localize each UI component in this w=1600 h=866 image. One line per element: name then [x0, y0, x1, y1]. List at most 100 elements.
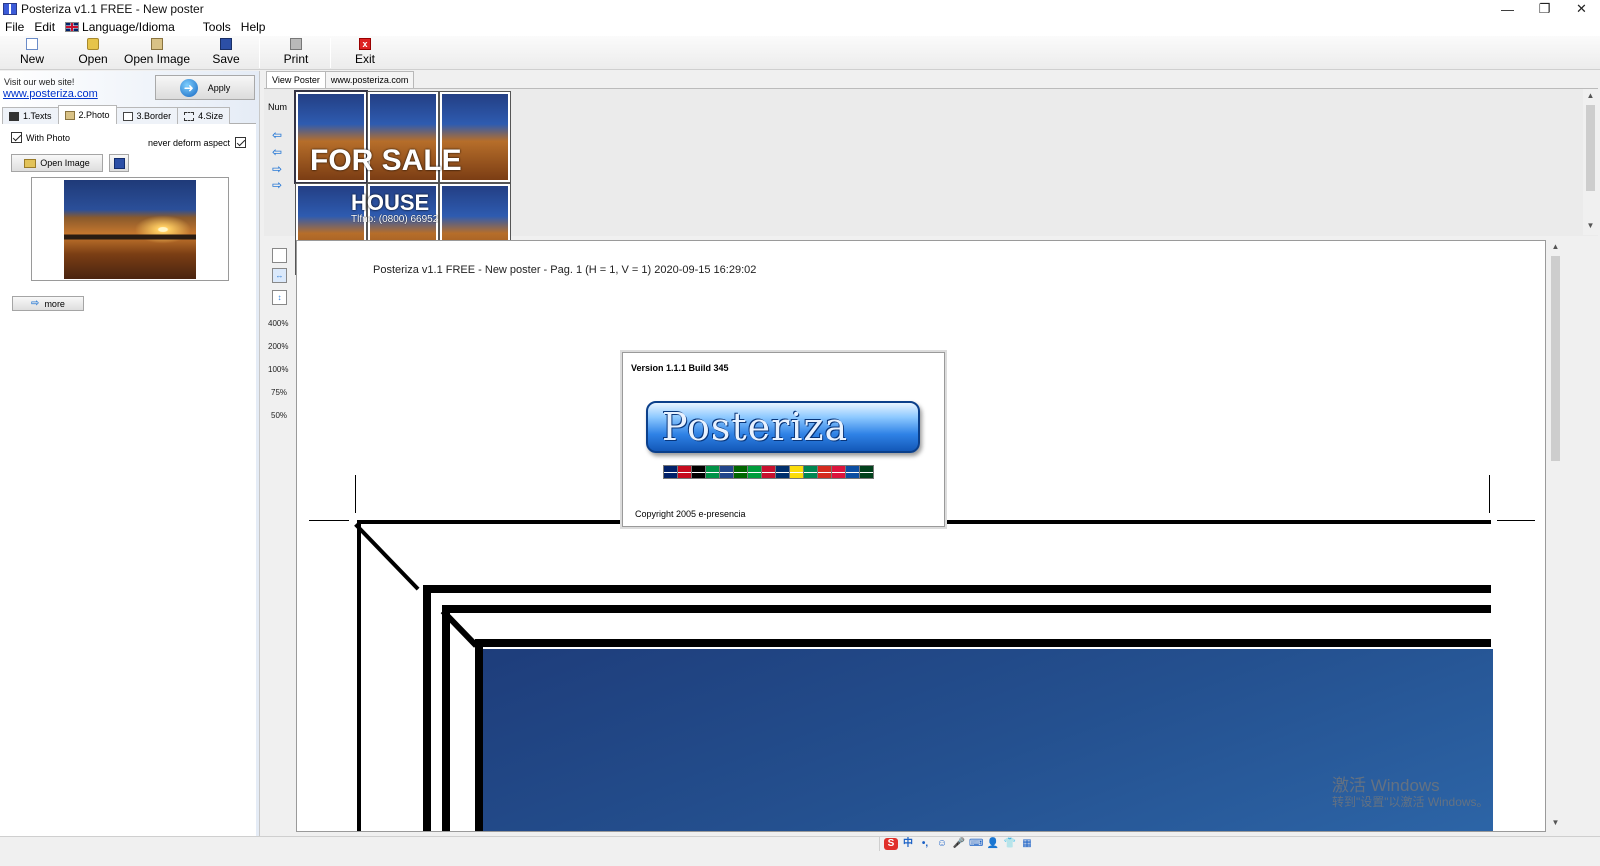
chinese-mode-icon[interactable]: 中 — [901, 838, 915, 850]
apply-button[interactable]: ➜ Apply — [155, 75, 255, 100]
new-button[interactable]: New — [18, 38, 46, 68]
language-flag-icon[interactable] — [859, 465, 874, 479]
menu-help[interactable]: Help — [236, 20, 271, 34]
tab-border[interactable]: 3.Border — [115, 107, 179, 124]
menu-language[interactable]: Language/Idioma — [60, 20, 180, 34]
print-button[interactable]: Print — [282, 38, 310, 68]
photo-preview — [31, 177, 229, 281]
menu-edit[interactable]: Edit — [29, 20, 60, 34]
with-photo-checkbox[interactable]: With Photo — [11, 132, 70, 143]
language-flag-icon[interactable] — [845, 465, 860, 479]
never-deform-checkbox[interactable]: never deform aspect — [148, 137, 247, 148]
fit-height-icon[interactable]: ↕ — [272, 290, 287, 305]
zoom-100[interactable]: 100% — [268, 365, 288, 374]
apply-label: Apply — [207, 82, 231, 93]
skin-icon[interactable]: 👕 — [1003, 838, 1017, 850]
zoom-50[interactable]: 50% — [271, 411, 287, 420]
website-link[interactable]: www.posteriza.com — [3, 88, 98, 100]
crop-mark — [1489, 475, 1490, 513]
next-page-icon[interactable]: ⇨ — [272, 163, 286, 175]
about-splash-dialog[interactable]: Version 1.1.1 Build 345 Posteriza Copyri… — [622, 352, 945, 527]
language-flag-icon[interactable] — [677, 465, 692, 479]
castle-photo-thumbnail — [64, 180, 196, 279]
poster-text-house: HOUSE — [351, 190, 430, 215]
last-page-icon[interactable]: ⇨ — [272, 179, 286, 191]
exit-label: Exit — [354, 52, 375, 66]
punctuation-icon[interactable]: •, — [918, 838, 932, 850]
microphone-icon[interactable]: 🎤 — [952, 838, 966, 850]
save-button[interactable]: Save — [212, 38, 240, 68]
scroll-down-icon[interactable]: ▼ — [1548, 818, 1563, 830]
first-page-icon[interactable]: ⇦ — [272, 129, 286, 141]
save-label: Save — [212, 52, 240, 66]
scroll-up-icon[interactable]: ▲ — [1548, 242, 1563, 254]
toolbar-separator — [259, 38, 260, 68]
scroll-thumb[interactable] — [1551, 256, 1560, 461]
scroll-down-icon[interactable]: ▼ — [1583, 221, 1598, 233]
fit-width-icon[interactable]: ↔ — [272, 268, 287, 283]
language-flag-icon[interactable] — [761, 465, 776, 479]
logo-text: Posteriza — [662, 405, 849, 449]
keyboard-icon[interactable]: ⌨ — [969, 838, 983, 850]
zoom-200[interactable]: 200% — [268, 342, 288, 351]
open-button[interactable]: Open — [78, 38, 108, 68]
language-flag-icon[interactable] — [775, 465, 790, 479]
user-icon[interactable]: 👤 — [986, 838, 1000, 850]
menu-file[interactable]: File — [0, 20, 29, 34]
zoom-75[interactable]: 75% — [271, 388, 287, 397]
toolbox-icon[interactable]: ▦ — [1020, 838, 1034, 850]
canvas-scrollbar[interactable]: ▲ ▼ — [1548, 240, 1563, 832]
scroll-up-icon[interactable]: ▲ — [1583, 91, 1598, 103]
thumbnails-scrollbar[interactable]: ▲ ▼ — [1583, 89, 1598, 235]
scroll-thumb[interactable] — [1586, 105, 1595, 191]
arrow-right-icon: ➜ — [179, 78, 198, 97]
language-flag-icon[interactable] — [789, 465, 804, 479]
version-text: Version 1.1.1 Build 345 — [631, 363, 729, 373]
crop-mark — [309, 520, 349, 521]
sogou-ime-icon[interactable]: S — [884, 837, 898, 850]
exit-button[interactable]: x Exit — [352, 38, 378, 68]
save-photo-button[interactable] — [109, 154, 129, 172]
close-button[interactable]: ✕ — [1563, 0, 1600, 18]
arrow-right-icon: ⇨ — [31, 298, 40, 309]
tab-size[interactable]: 4.Size — [177, 107, 231, 124]
language-flag-icon[interactable] — [719, 465, 734, 479]
zoom-400[interactable]: 400% — [268, 319, 288, 328]
border-line — [442, 605, 1491, 613]
prev-page-icon[interactable]: ⇦ — [272, 146, 286, 158]
open-image-photo-label: Open Image — [40, 158, 90, 168]
folder-icon — [24, 158, 37, 168]
language-flag-icon[interactable] — [663, 465, 678, 479]
checkbox-checked-icon — [11, 132, 22, 143]
settings-tabs: 1.Texts 2.Photo 3.Border 4.Size — [2, 105, 256, 124]
page-view-icon[interactable] — [272, 248, 287, 263]
crop-mark — [355, 475, 356, 513]
open-image-button[interactable]: Open Image — [124, 38, 190, 68]
language-flag-icon[interactable] — [733, 465, 748, 479]
status-panel — [0, 837, 880, 851]
resize-icon — [184, 111, 195, 121]
language-flag-icon[interactable] — [747, 465, 762, 479]
tab-view-poster[interactable]: View Poster — [266, 71, 326, 88]
tab-photo[interactable]: 2.Photo — [57, 105, 117, 124]
ime-toolbar: S 中 •, ☺ 🎤 ⌨ 👤 👕 ▦ — [884, 837, 1037, 850]
minimize-button[interactable]: — — [1489, 0, 1526, 18]
language-flag-icon[interactable] — [705, 465, 720, 479]
menu-bar: File Edit Language/Idioma Tools Help — [0, 18, 1600, 36]
posteriza-logo: Posteriza — [646, 401, 920, 453]
emoji-icon[interactable]: ☺ — [935, 838, 949, 850]
menu-tools[interactable]: Tools — [198, 20, 236, 34]
language-flag-icon[interactable] — [831, 465, 846, 479]
more-button[interactable]: ⇨ more — [12, 296, 84, 311]
num-label: Num — [268, 102, 288, 112]
language-flag-icon[interactable] — [803, 465, 818, 479]
tab-texts[interactable]: 1.Texts — [2, 107, 59, 124]
language-flag-icon[interactable] — [691, 465, 706, 479]
open-image-photo-button[interactable]: Open Image — [11, 154, 103, 172]
copyright-text: Copyright 2005 e-presencia — [635, 509, 746, 519]
restore-button[interactable]: ❐ — [1526, 0, 1563, 18]
checkbox-checked-icon — [235, 137, 247, 148]
left-panel: Visit our web site! www.posteriza.com ➜ … — [0, 71, 260, 851]
tab-website[interactable]: www.posteriza.com — [324, 71, 415, 88]
language-flag-icon[interactable] — [817, 465, 832, 479]
